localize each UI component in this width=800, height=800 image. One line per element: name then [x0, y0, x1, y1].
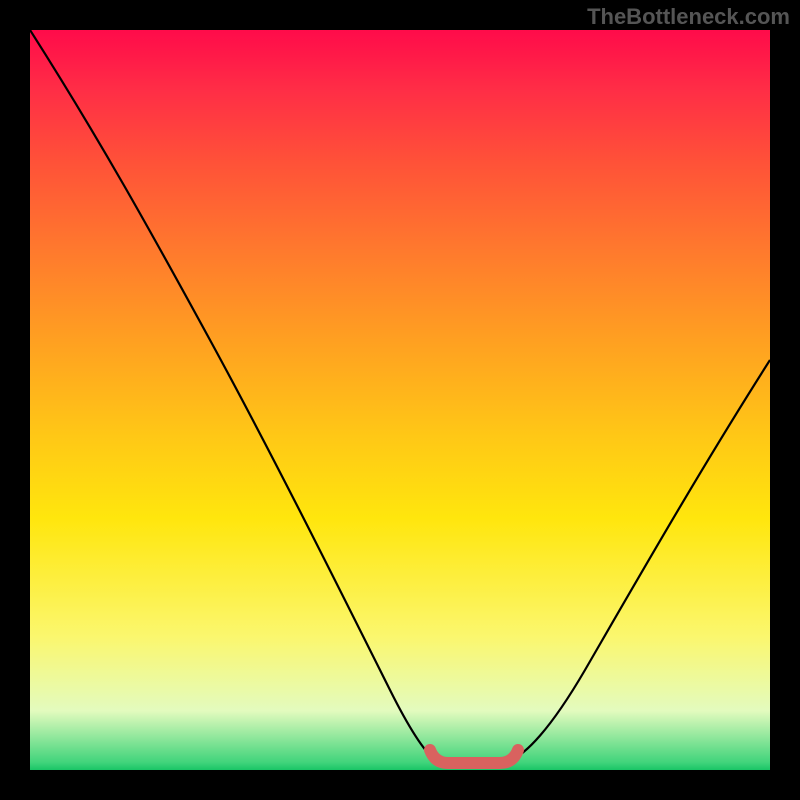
watermark-text: TheBottleneck.com — [587, 4, 790, 30]
bottleneck-curve-line — [30, 30, 770, 760]
chart-svg — [30, 30, 770, 770]
trough-highlight-marker — [430, 750, 518, 763]
chart-plot-area — [30, 30, 770, 770]
